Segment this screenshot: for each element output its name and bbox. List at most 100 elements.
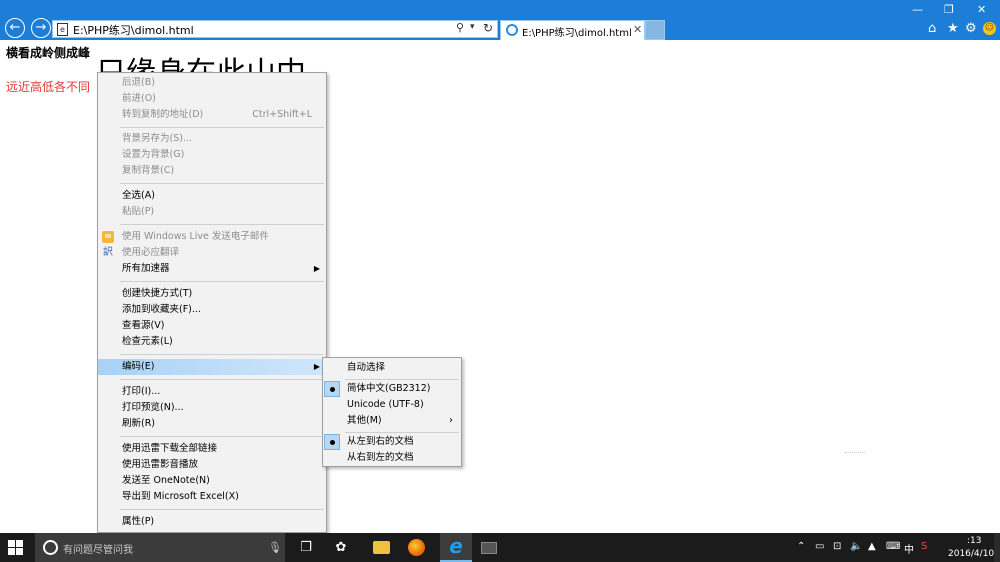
menu-separator xyxy=(120,379,324,380)
submenu-item-utf8[interactable]: Unicode (UTF-8) xyxy=(323,397,461,413)
start-pane xyxy=(16,540,23,547)
internet-explorer-icon[interactable]: e xyxy=(440,533,472,562)
menu-separator xyxy=(120,127,324,128)
faint-mark xyxy=(845,452,865,456)
radio-check-icon xyxy=(324,434,340,450)
submenu-item-gb2312-label: 简体中文(GB2312) xyxy=(347,383,431,394)
submenu-item-rtl[interactable]: 从右到左的文档 xyxy=(323,450,461,466)
menu-item-properties[interactable]: 属性(P) xyxy=(98,514,326,530)
menu-item-excel[interactable]: 导出到 Microsoft Excel(X) xyxy=(98,489,326,505)
page-icon: e xyxy=(57,23,68,36)
search-icon[interactable]: ⚲ xyxy=(456,21,464,34)
forward-button[interactable]: → xyxy=(31,18,51,38)
menu-separator xyxy=(345,432,459,433)
menu-item-windows-live[interactable]: ✉ 使用 Windows Live 发送电子邮件 xyxy=(98,229,326,245)
submenu-item-auto[interactable]: 自动选择 xyxy=(323,360,461,376)
start-pane xyxy=(8,540,15,547)
restore-icon[interactable]: ❐ xyxy=(944,3,954,16)
menu-item-print-preview[interactable]: 打印预览(N)... xyxy=(98,400,326,416)
gear-icon[interactable]: ⚙ xyxy=(965,21,977,36)
menu-item-create-shortcut[interactable]: 创建快捷方式(T) xyxy=(98,286,326,302)
translate-icon: 訳 xyxy=(103,247,113,258)
menu-item-thunder-download[interactable]: 使用迅雷下载全部链接 xyxy=(98,441,326,457)
new-tab-button[interactable] xyxy=(645,20,665,40)
menu-item-windows-live-label: 使用 Windows Live 发送电子邮件 xyxy=(122,231,269,242)
app-window-icon[interactable] xyxy=(478,537,500,559)
minimize-icon[interactable]: — xyxy=(912,3,923,16)
clock-time[interactable]: :13 xyxy=(967,536,981,546)
firefox-icon[interactable] xyxy=(405,537,427,559)
ie-icon xyxy=(506,24,518,36)
fan-app-icon[interactable]: ✿ xyxy=(330,537,352,559)
star-icon[interactable]: ★ xyxy=(947,21,959,36)
menu-separator xyxy=(345,379,459,380)
window-close-icon[interactable]: ✕ xyxy=(977,3,986,16)
menu-item-goto-copied-label: 转到复制的地址(D) xyxy=(122,109,204,120)
back-arrow-icon: ← xyxy=(9,20,21,35)
smiley-icon[interactable]: ☺ xyxy=(983,22,996,35)
menu-item-refresh[interactable]: 刷新(R) xyxy=(98,416,326,432)
start-pane xyxy=(16,548,23,555)
menu-item-view-source[interactable]: 查看源(V) xyxy=(98,318,326,334)
submenu-arrow-icon: ▶ xyxy=(313,264,320,273)
cortana-search-box[interactable]: 有问题尽管问我 🎙 xyxy=(35,533,285,562)
menu-item-thunder-play[interactable]: 使用迅雷影音播放 xyxy=(98,457,326,473)
home-icon[interactable]: ⌂ xyxy=(928,21,936,36)
menu-item-onenote[interactable]: 发送至 OneNote(N) xyxy=(98,473,326,489)
input-language[interactable]: 中 xyxy=(904,541,914,556)
submenu-item-other[interactable]: 其他(M) › xyxy=(323,413,461,429)
menu-item-encoding[interactable]: 编码(E) ▶ xyxy=(98,359,326,375)
sogou-icon[interactable]: S xyxy=(921,541,927,552)
menu-separator xyxy=(120,281,324,282)
clock-date[interactable]: 2016/4/10 xyxy=(948,549,994,559)
menu-item-print[interactable]: 打印(I)... xyxy=(98,384,326,400)
menu-item-copy-background[interactable]: 复制背景(C) xyxy=(98,163,326,179)
address-bar[interactable]: e E:\PHP练习\dimol.html ⚲ ▾ ↻ xyxy=(52,20,498,38)
network-icon[interactable]: ⊡ xyxy=(833,541,841,552)
tab-dimol[interactable]: E:\PHP练习\dimol.html ✕ xyxy=(500,20,645,40)
file-explorer-icon[interactable] xyxy=(370,537,392,559)
close-icon[interactable]: ✕ xyxy=(633,23,642,36)
menu-item-add-favorites[interactable]: 添加到收藏夹(F)... xyxy=(98,302,326,318)
tray-expand-icon[interactable]: ⌃ xyxy=(797,541,805,552)
battery-icon[interactable]: ▭ xyxy=(815,541,824,552)
forward-arrow-icon: → xyxy=(35,20,47,35)
keyboard-icon[interactable]: ⌨ xyxy=(886,541,900,552)
menu-item-save-background[interactable]: 背景另存为(S)... xyxy=(98,131,326,147)
tab-title: E:\PHP练习\dimol.html xyxy=(522,28,632,39)
volume-icon[interactable]: 🔈 xyxy=(850,541,862,552)
context-menu: 后退(B) 前进(O) 转到复制的地址(D) Ctrl+Shift+L 背景另存… xyxy=(97,72,327,533)
page-heading: 横看成岭侧成峰 xyxy=(6,46,91,60)
address-text[interactable]: E:\PHP练习\dimol.html xyxy=(73,22,194,38)
show-desktop-button[interactable] xyxy=(994,533,1000,562)
windows-start-icon[interactable] xyxy=(8,540,24,556)
menu-item-set-background[interactable]: 设置为背景(G) xyxy=(98,147,326,163)
back-button[interactable]: ← xyxy=(5,18,25,38)
menu-item-paste[interactable]: 粘贴(P) xyxy=(98,204,326,220)
radio-check-icon xyxy=(324,381,340,397)
check-dot xyxy=(330,440,335,445)
check-dot xyxy=(330,387,335,392)
menu-item-accelerators[interactable]: 所有加速器 ▶ xyxy=(98,261,326,277)
chevron-right-icon: › xyxy=(449,415,453,426)
refresh-icon[interactable]: ↻ xyxy=(483,21,493,35)
menu-item-goto-copied[interactable]: 转到复制的地址(D) Ctrl+Shift+L xyxy=(98,107,326,123)
menu-separator xyxy=(120,354,324,355)
menu-item-encoding-label: 编码(E) xyxy=(122,361,155,372)
submenu-item-ltr[interactable]: 从左到右的文档 xyxy=(323,434,461,450)
task-view-icon[interactable]: ❐ xyxy=(295,537,317,559)
submenu-item-gb2312[interactable]: 简体中文(GB2312) xyxy=(323,381,461,397)
menu-item-select-all[interactable]: 全选(A) xyxy=(98,188,326,204)
menu-item-back[interactable]: 后退(B) xyxy=(98,75,326,91)
menu-item-forward[interactable]: 前进(O) xyxy=(98,91,326,107)
alert-icon[interactable]: ▲ xyxy=(868,541,876,552)
menu-item-bing-translate[interactable]: 訳 使用必应翻译 xyxy=(98,245,326,261)
folder-shape xyxy=(372,541,390,554)
chevron-down-icon[interactable]: ▾ xyxy=(470,22,475,32)
menu-item-inspect[interactable]: 检查元素(L) xyxy=(98,334,326,350)
microphone-icon[interactable]: 🎙 xyxy=(268,541,282,554)
firefox-globe xyxy=(407,539,425,556)
menu-separator xyxy=(120,183,324,184)
menu-item-bing-translate-label: 使用必应翻译 xyxy=(122,247,180,258)
cortana-icon xyxy=(43,540,58,555)
